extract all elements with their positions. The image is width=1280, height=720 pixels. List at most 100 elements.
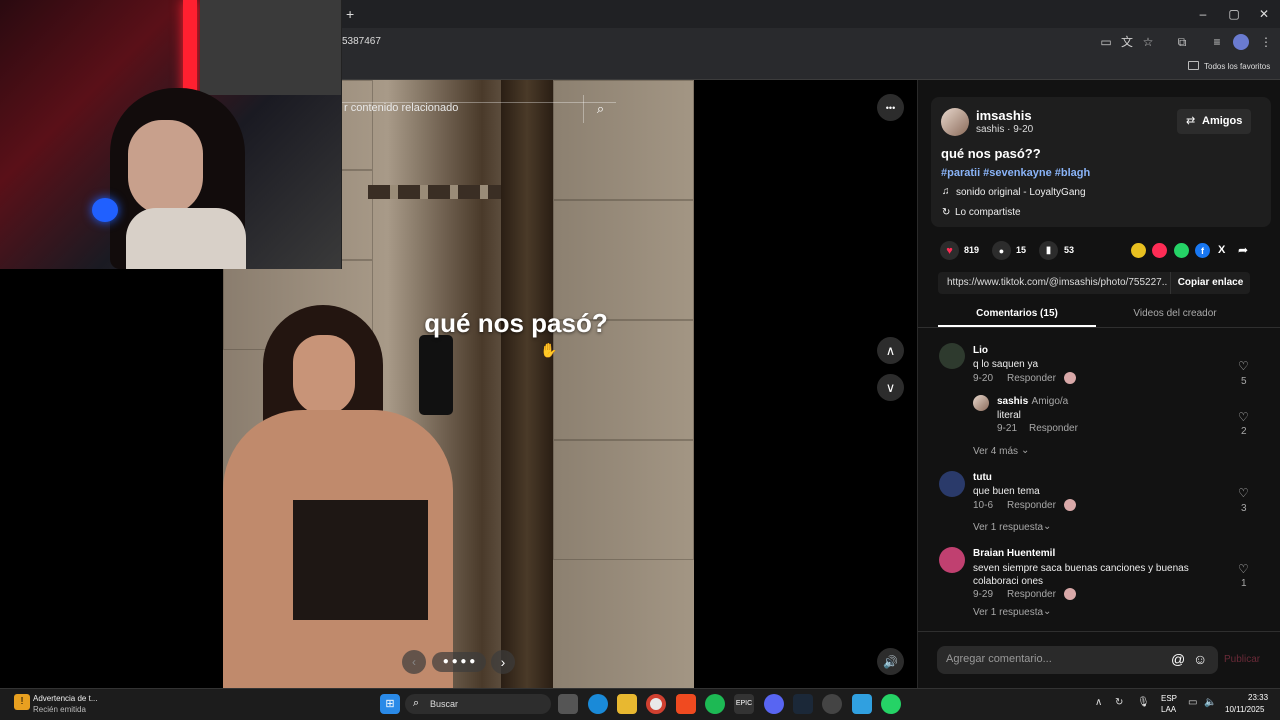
post-title: qué nos pasó?? bbox=[941, 146, 1041, 161]
file-explorer-icon[interactable] bbox=[617, 694, 637, 714]
brave-icon[interactable] bbox=[676, 694, 696, 714]
sync-icon[interactable]: ↻ bbox=[1115, 697, 1123, 708]
speaker-icon[interactable]: 🔈 bbox=[1204, 697, 1216, 708]
emoji-icon[interactable]: ☺ bbox=[1193, 651, 1207, 667]
composer-divider bbox=[918, 631, 1280, 632]
author-avatar[interactable] bbox=[941, 108, 969, 136]
windows-taskbar bbox=[0, 688, 1280, 720]
search-icon[interactable]: ⌕ bbox=[583, 95, 617, 123]
comment-user[interactable]: Lio bbox=[973, 345, 988, 356]
edge-icon[interactable] bbox=[588, 694, 608, 714]
author-username[interactable]: imsashis bbox=[976, 108, 1032, 123]
language-region[interactable]: LAA bbox=[1161, 705, 1176, 714]
comment-icon[interactable]: ● bbox=[992, 241, 1011, 260]
webcam-overlay bbox=[0, 0, 342, 269]
facebook-icon[interactable]: f bbox=[1195, 243, 1210, 258]
shared-status: Lo compartiste bbox=[955, 207, 1021, 218]
comment-user[interactable]: tutu bbox=[973, 472, 992, 483]
friends-button[interactable]: ⇄ Amigos bbox=[1177, 109, 1251, 134]
comment-user[interactable]: sashis bbox=[997, 396, 1028, 407]
cast-icon[interactable]: ▭ bbox=[1098, 34, 1114, 50]
window-minimize-button[interactable]: – bbox=[1191, 4, 1215, 24]
more-options-button[interactable]: ••• bbox=[877, 94, 904, 121]
publish-button[interactable]: Publicar bbox=[1224, 654, 1260, 665]
new-tab-button[interactable]: + bbox=[346, 6, 354, 22]
folder-icon bbox=[1188, 61, 1199, 70]
comment-like-icon[interactable]: ♡ bbox=[1238, 486, 1249, 500]
steam-icon[interactable] bbox=[793, 694, 813, 714]
next-post-button[interactable]: ∨ bbox=[877, 374, 904, 401]
chevron-up-icon[interactable]: ∧ bbox=[1095, 697, 1102, 708]
windows-start-icon[interactable]: ⊞ bbox=[380, 694, 400, 714]
mention-icon[interactable]: @ bbox=[1171, 651, 1185, 667]
tab-comments[interactable]: Comentarios (15) bbox=[938, 308, 1096, 319]
carousel-next-button[interactable]: › bbox=[491, 650, 515, 674]
copy-link-button[interactable]: Copiar enlace bbox=[1170, 272, 1250, 294]
network-icon[interactable]: ▭ bbox=[1188, 697, 1197, 708]
comment-text: que buen tema bbox=[973, 486, 1040, 497]
reply-button[interactable]: Responder bbox=[1007, 500, 1056, 511]
post-hashtags[interactable]: #paratii #sevenkayne #blagh bbox=[941, 167, 1090, 179]
notes-icon[interactable] bbox=[852, 694, 872, 714]
clock-date[interactable]: 10/11/2025 bbox=[1225, 705, 1264, 714]
whatsapp-icon[interactable] bbox=[1174, 243, 1189, 258]
reply-button[interactable]: Responder bbox=[1007, 373, 1056, 384]
comment-date: 9-29 bbox=[973, 589, 994, 600]
comment-like-icon[interactable]: ♡ bbox=[1238, 562, 1249, 576]
epic-games-icon[interactable]: EPIC bbox=[734, 694, 754, 714]
extensions-icon[interactable]: ⧉ bbox=[1174, 34, 1190, 50]
translate-icon[interactable]: 文 bbox=[1119, 34, 1135, 50]
x-icon[interactable]: X bbox=[1218, 244, 1225, 256]
spotify-icon[interactable] bbox=[705, 694, 725, 714]
address-bar[interactable]: 5387467 bbox=[342, 36, 381, 47]
comment-input[interactable]: Agregar comentario... @ ☺ bbox=[937, 646, 1218, 674]
coin-icon[interactable] bbox=[1131, 243, 1146, 258]
bookmark-icon[interactable]: ▮ bbox=[1039, 241, 1058, 260]
reply-button[interactable]: Responder bbox=[1007, 589, 1056, 600]
post-link[interactable]: https://www.tiktok.com/@imsashis/photo/7… bbox=[947, 277, 1167, 288]
chrome-icon[interactable] bbox=[646, 694, 666, 714]
view-replies[interactable]: Ver 1 respuesta bbox=[973, 607, 1043, 618]
avatar[interactable] bbox=[939, 471, 965, 497]
task-view-icon[interactable] bbox=[558, 694, 578, 714]
volume-icon[interactable]: 🔊 bbox=[877, 648, 904, 675]
music-note-icon: ♫ bbox=[942, 186, 950, 197]
language-code[interactable]: ESP bbox=[1161, 694, 1177, 703]
avatar[interactable] bbox=[939, 547, 965, 573]
creator-liked-avatar bbox=[1064, 372, 1076, 384]
tab-creator-videos[interactable]: Videos del creador bbox=[1096, 308, 1254, 319]
media-icon[interactable]: ≡ bbox=[1209, 34, 1225, 50]
app-icon[interactable] bbox=[822, 694, 842, 714]
microphone-icon[interactable]: 🎙 bbox=[1137, 697, 1150, 708]
comment-date: 9-20 bbox=[973, 373, 994, 384]
reply-button[interactable]: Responder bbox=[1029, 423, 1078, 434]
discord-icon[interactable] bbox=[764, 694, 784, 714]
search-icon: ⌕ bbox=[413, 697, 420, 709]
chevron-down-icon: ⌄ bbox=[1043, 521, 1052, 532]
comment-user[interactable]: Braian Huentemil bbox=[973, 548, 1055, 559]
forward-share-icon[interactable]: ➦ bbox=[1238, 243, 1248, 257]
comment-like-icon[interactable]: ♡ bbox=[1238, 359, 1249, 373]
profile-avatar[interactable] bbox=[1233, 34, 1249, 50]
comment-like-icon[interactable]: ♡ bbox=[1238, 410, 1249, 424]
clock-time[interactable]: 23:33 bbox=[1248, 693, 1268, 702]
taskbar-search[interactable]: ⌕ Buscar bbox=[405, 694, 551, 714]
notification-title[interactable]: Advertencia de t... bbox=[33, 694, 97, 703]
comment-like-count: 2 bbox=[1241, 426, 1247, 437]
search-related-input[interactable]: r contenido relacionado bbox=[344, 102, 458, 114]
avatar[interactable] bbox=[973, 395, 989, 411]
window-close-button[interactable]: ✕ bbox=[1252, 4, 1276, 24]
post-sound[interactable]: sonido original - LoyaltyGang bbox=[956, 187, 1086, 198]
favorites-folder[interactable]: Todos los favoritos bbox=[1204, 62, 1270, 71]
avatar[interactable] bbox=[939, 343, 965, 369]
repost-icon[interactable] bbox=[1152, 243, 1167, 258]
previous-post-button[interactable]: ∧ bbox=[877, 337, 904, 364]
carousel-prev-button[interactable]: ‹ bbox=[402, 650, 426, 674]
view-more-replies[interactable]: Ver 4 más bbox=[973, 446, 1018, 457]
view-replies[interactable]: Ver 1 respuesta bbox=[973, 522, 1043, 533]
window-maximize-button[interactable]: ▢ bbox=[1222, 4, 1246, 24]
menu-icon[interactable]: ⋮ bbox=[1258, 34, 1274, 50]
like-icon[interactable]: ♥ bbox=[940, 241, 959, 260]
star-icon[interactable]: ☆ bbox=[1140, 34, 1156, 50]
whatsapp-icon[interactable] bbox=[881, 694, 901, 714]
